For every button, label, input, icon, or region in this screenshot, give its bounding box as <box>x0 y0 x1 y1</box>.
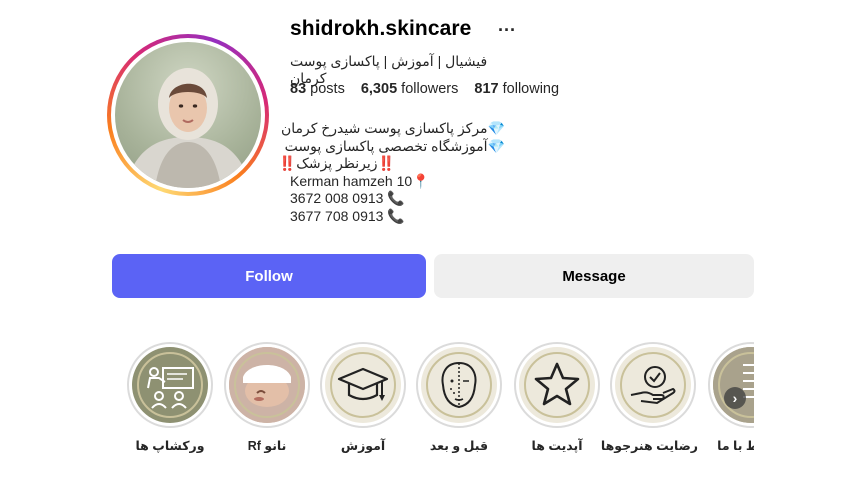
highlight-ring <box>416 342 502 428</box>
profile-avatar-ring[interactable] <box>107 34 269 196</box>
highlight-ring <box>514 342 600 428</box>
posts-count: 83 <box>290 81 307 97</box>
highlight-cover <box>132 347 208 423</box>
username: shidrokh.skincare <box>290 17 472 40</box>
highlight-cover <box>519 347 595 423</box>
star-icon <box>534 362 580 406</box>
bio-line: Kerman hamzeh 10📍 <box>290 172 430 189</box>
highlight-cover <box>421 347 497 423</box>
following-label: following <box>502 81 560 97</box>
following-count: 817 <box>474 81 499 97</box>
avatar-inner <box>111 38 265 192</box>
following-stat[interactable]: 817 following <box>474 81 559 97</box>
hand-badge-icon <box>630 366 676 405</box>
highlight-education[interactable]: آموزش <box>318 342 408 453</box>
followers-label: followers <box>401 81 459 97</box>
highlight-ring <box>127 342 213 428</box>
bio-line: ‼️زیرنظر پزشک‼️ <box>278 155 395 171</box>
highlight-label: رضایت هنرجوها <box>600 439 698 453</box>
highlight-before-after[interactable]: قبل و بعد <box>414 342 504 453</box>
avatar-portrait <box>125 68 251 188</box>
bio-line: 💎مرکز پاکسازی پوست شیدرخ کرمان <box>280 120 505 136</box>
highlight-label: ارتباط با ما <box>717 439 754 453</box>
highlight-cover <box>325 347 401 423</box>
highlight-cover <box>229 347 305 423</box>
highlight-student-satisfaction[interactable]: رضایت هنرجوها <box>600 342 698 453</box>
highlight-label: ورکشاپ ها <box>135 439 205 453</box>
highlight-updates[interactable]: آپدیت ها <box>512 342 602 453</box>
highlight-workshops[interactable]: ورکشاپ ها <box>125 342 215 453</box>
face-treatment-photo <box>229 347 305 423</box>
bio-phone: 3672 008 0913 📞 <box>290 190 405 206</box>
highlight-label: آپدیت ها <box>531 439 583 453</box>
highlight-ring <box>708 342 754 428</box>
teaching-icon <box>147 367 194 409</box>
followers-stat[interactable]: 6,305 followers <box>361 81 459 97</box>
highlight-label: آموزش <box>340 439 386 453</box>
more-options-icon[interactable]: ··· <box>498 20 516 41</box>
highlight-cover <box>615 347 691 423</box>
profile-bio: 💎مرکز پاکسازی پوست شیدرخ کرمان 💎آموزشگاه… <box>278 120 505 225</box>
highlight-ring <box>320 342 406 428</box>
highlight-cover <box>713 347 754 423</box>
story-highlights: ورکشاپ ها نانو Rf آموزش قبل و بعد آپدیت … <box>0 342 754 472</box>
highlight-label: نانو Rf <box>247 439 287 453</box>
follow-button[interactable]: Follow <box>112 254 426 298</box>
graduation-cap-icon <box>337 367 389 401</box>
highlight-label: قبل و بعد <box>429 439 489 453</box>
chevron-right-icon[interactable]: › <box>724 387 746 409</box>
avatar[interactable] <box>115 42 261 188</box>
bio-phone: 3677 708 0913 📞 <box>290 207 405 224</box>
highlight-ring <box>224 342 310 428</box>
bio-line: 💎آموزشگاه تخصصی پاکسازی پوست <box>284 137 505 154</box>
posts-stat[interactable]: 83 posts <box>290 81 345 97</box>
highlight-ring <box>610 342 696 428</box>
face-profile-icon <box>441 361 477 409</box>
message-button[interactable]: Message <box>434 254 754 298</box>
followers-count: 6,305 <box>360 81 398 97</box>
highlight-nano-rf[interactable]: نانو Rf <box>222 342 312 453</box>
posts-label: posts <box>310 81 345 97</box>
profile-stats: 83 posts 6,305 followers 817 following <box>290 81 559 97</box>
contact-photo <box>713 347 754 423</box>
